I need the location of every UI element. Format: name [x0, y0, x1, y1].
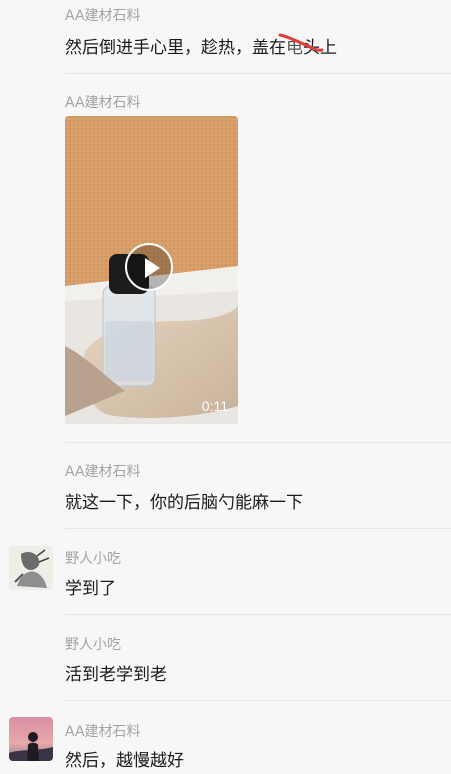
sender-name: 野人小吃: [65, 637, 121, 653]
message-text[interactable]: 然后，越慢越好: [65, 746, 184, 771]
sender-name: AA建材石料: [65, 8, 141, 24]
play-icon: [145, 258, 160, 278]
sender-name: 野人小吃: [65, 551, 121, 567]
message-text[interactable]: 活到老学到老: [65, 660, 167, 685]
avatar-sunset-image: [9, 717, 53, 761]
struck-character: 电: [278, 33, 324, 58]
message-text[interactable]: 学到了: [65, 574, 116, 599]
sender-name: AA建材石料: [65, 464, 141, 480]
message-text[interactable]: 就这一下，你的后脑勺能麻一下: [65, 488, 303, 513]
video-duration: 0:11: [201, 398, 228, 414]
message-text-part: 然后倒进手心里，趁热，盖在: [65, 38, 286, 58]
message-text[interactable]: 然后倒进手心里，趁热，盖在电 头上: [65, 33, 337, 58]
play-button[interactable]: [125, 243, 173, 291]
avatar[interactable]: [9, 546, 53, 590]
divider: [65, 700, 451, 701]
video-thumbnail[interactable]: 0:11: [65, 116, 238, 424]
divider: [65, 73, 451, 74]
sender-name: AA建材石料: [65, 724, 141, 740]
strikethrough-scribble: [278, 33, 324, 52]
divider: [65, 442, 451, 443]
chat-message: AA建材石料 然后倒进手心里，趁热，盖在电 头上: [0, 0, 451, 74]
avatar[interactable]: [9, 717, 53, 761]
divider: [65, 614, 451, 615]
sender-name: AA建材石料: [65, 95, 141, 111]
avatar-sketch-image: [9, 546, 53, 590]
divider: [65, 528, 451, 529]
